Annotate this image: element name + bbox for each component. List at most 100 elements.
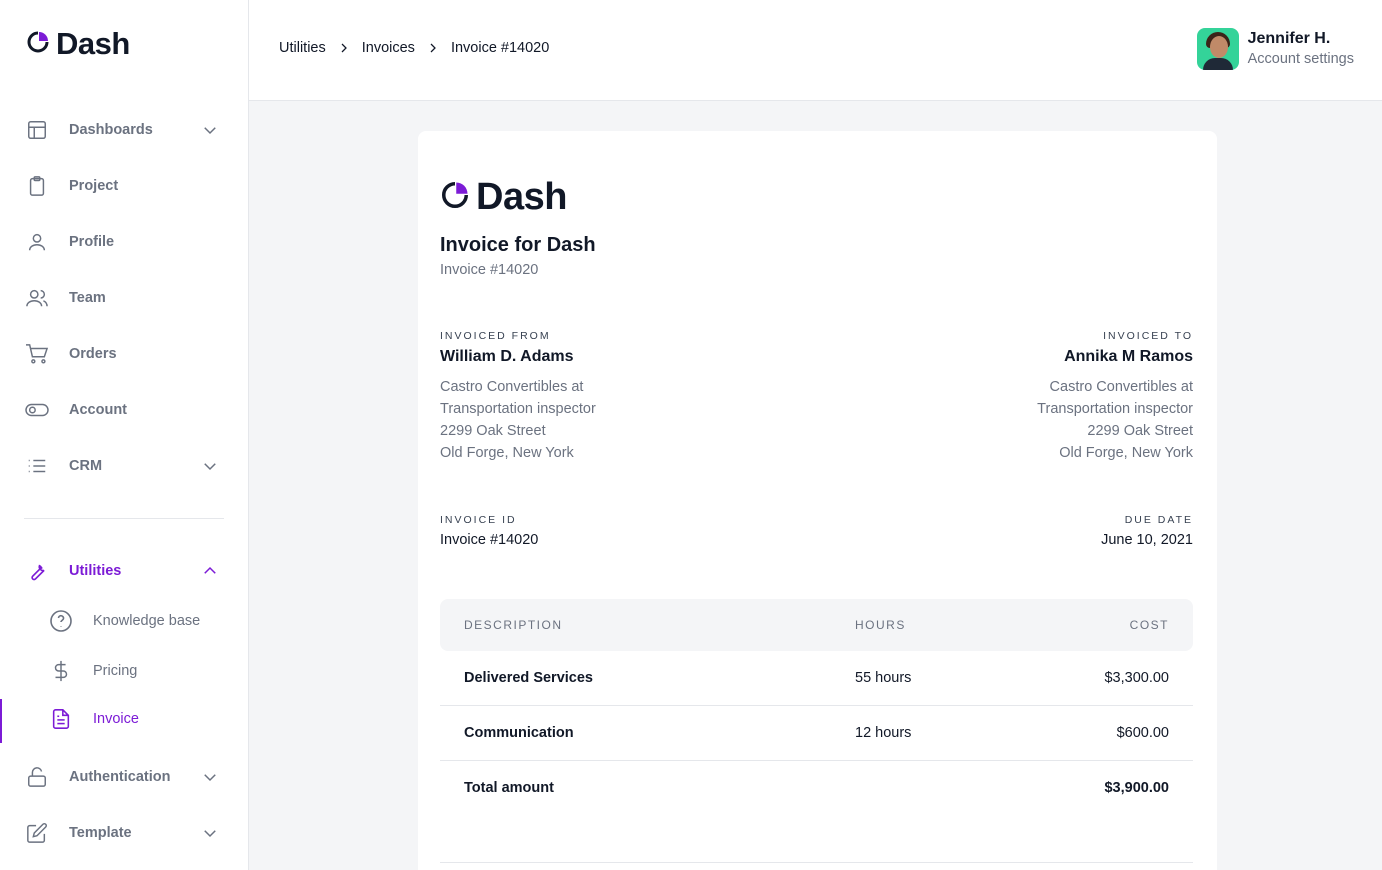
invoiced-from-address: Castro Convertibles at Transportation in… [440, 376, 596, 464]
sidebar-subitem-label: Knowledge base [93, 613, 201, 629]
sidebar-item-label: Dashboards [69, 122, 153, 138]
total-label: Total amount [464, 780, 554, 796]
breadcrumb-invoices[interactable]: Invoices [362, 40, 415, 56]
address-line: Transportation inspector [1037, 401, 1193, 417]
invoice-id-caption: INVOICE ID [440, 514, 517, 526]
address-line: Castro Convertibles at [440, 379, 584, 395]
users-icon [24, 285, 50, 311]
sidebar-item-orders[interactable]: Orders [0, 334, 249, 374]
sidebar-item-utilities[interactable]: Utilities [0, 551, 249, 591]
sidebar-item-label: Authentication [69, 769, 171, 785]
sidebar-subitem-invoice[interactable]: Invoice [0, 699, 249, 743]
column-header-hours: HOURS [855, 618, 906, 632]
breadcrumb-utilities[interactable]: Utilities [279, 40, 326, 56]
invoiced-from-name: William D. Adams [440, 348, 574, 365]
sidebar-item-project[interactable]: Project [0, 166, 249, 206]
row-description: Communication [464, 725, 574, 741]
help-circle-icon [48, 608, 74, 634]
user-menu[interactable]: Jennifer H. Account settings [1196, 28, 1354, 70]
address-line: Castro Convertibles at [1049, 379, 1193, 395]
edit-icon [24, 820, 50, 846]
table-row: Communication 12 hours $600.00 [440, 706, 1193, 761]
invoiced-to: INVOICED TO Annika M Ramos Castro Conver… [1037, 330, 1193, 464]
invoice-logo: Dash [440, 176, 567, 219]
invoiced-to-address: Castro Convertibles at Transportation in… [1037, 376, 1193, 464]
address-line: Old Forge, New York [1059, 445, 1193, 461]
total-value: $3,900.00 [1104, 780, 1169, 796]
chevron-down-icon[interactable] [200, 120, 220, 140]
due-date-value: June 10, 2021 [1101, 532, 1193, 548]
sidebar-item-label: Orders [69, 346, 117, 362]
lock-icon [24, 764, 50, 790]
column-header-cost: COST [1129, 618, 1169, 632]
total-row: Total amount $3,900.00 [440, 761, 1193, 816]
invoiced-to-name: Annika M Ramos [1064, 348, 1193, 365]
chevron-right-icon [338, 42, 350, 54]
sidebar-item-authentication[interactable]: Authentication [0, 757, 249, 797]
chevron-down-icon[interactable] [200, 767, 220, 787]
row-cost: $600.00 [1116, 725, 1169, 741]
dash-logo-icon [440, 180, 470, 215]
user-name: Jennifer H. [1247, 30, 1331, 47]
due-date-block: DUE DATE June 10, 2021 [1101, 514, 1193, 548]
sidebar-item-label: Account [69, 402, 127, 418]
sidebar-item-dashboards[interactable]: Dashboards [0, 110, 249, 150]
invoiced-to-caption: INVOICED TO [1103, 330, 1193, 342]
card-divider [440, 862, 1193, 863]
toggle-icon [24, 397, 50, 423]
sidebar-subitem-label: Pricing [93, 663, 138, 679]
invoice-card: Dash Invoice for Dash Invoice #14020 INV… [418, 131, 1217, 870]
file-text-icon [48, 706, 74, 732]
sidebar-subitem-label: Invoice [93, 711, 139, 727]
invoice-table: DESCRIPTION HOURS COST Delivered Service… [440, 599, 1193, 816]
chevron-down-icon[interactable] [200, 456, 220, 476]
table-row: Delivered Services 55 hours $3,300.00 [440, 651, 1193, 706]
sidebar-item-profile[interactable]: Profile [0, 222, 249, 262]
sidebar-subitem-knowledge-base[interactable]: Knowledge base [0, 601, 249, 641]
due-date-caption: DUE DATE [1124, 514, 1193, 526]
active-indicator [0, 699, 2, 743]
invoice-id-block: INVOICE ID Invoice #14020 [440, 514, 538, 548]
invoice-logo-text: Dash [476, 176, 567, 218]
row-hours: 55 hours [855, 670, 912, 686]
sidebar-item-label: Team [69, 290, 106, 306]
chevron-up-icon[interactable] [200, 561, 220, 581]
row-cost: $3,300.00 [1104, 670, 1169, 686]
sidebar-item-crm[interactable]: CRM [0, 446, 249, 486]
chevron-down-icon[interactable] [200, 823, 220, 843]
avatar [1196, 28, 1239, 70]
sidebar-divider [24, 518, 224, 519]
table-header: DESCRIPTION HOURS COST [440, 599, 1193, 651]
sidebar-item-label: CRM [69, 458, 103, 474]
dash-logo-icon [26, 30, 50, 59]
row-description: Delivered Services [464, 670, 593, 686]
dollar-icon [48, 658, 74, 684]
sidebar-item-account[interactable]: Account [0, 390, 249, 430]
address-line: Transportation inspector [440, 401, 596, 417]
sidebar-logo[interactable]: Dash [26, 26, 130, 62]
user-icon [24, 229, 50, 255]
sidebar-item-label: Project [69, 178, 119, 194]
sidebar-item-label: Template [69, 825, 132, 841]
breadcrumb-current: Invoice #14020 [450, 40, 550, 56]
wrench-icon [24, 558, 50, 584]
address-line: 2299 Oak Street [440, 423, 546, 439]
sidebar-subitem-pricing[interactable]: Pricing [0, 651, 249, 691]
address-line: Old Forge, New York [440, 445, 574, 461]
cart-icon [24, 341, 50, 367]
sidebar-item-label: Profile [69, 234, 115, 250]
sidebar-item-label: Utilities [69, 563, 122, 579]
breadcrumb: Utilities Invoices Invoice #14020 [279, 40, 549, 56]
row-hours: 12 hours [855, 725, 912, 741]
sidebar-item-template[interactable]: Template [0, 813, 249, 853]
invoice-title: Invoice for Dash [440, 234, 596, 256]
top-header: Utilities Invoices Invoice #14020 Jennif… [249, 0, 1382, 101]
sidebar-item-team[interactable]: Team [0, 278, 249, 318]
chevron-right-icon [427, 42, 439, 54]
account-settings-link[interactable]: Account settings [1248, 49, 1354, 69]
sidebar: Dash Dashboards Project Profile Team Ord… [0, 0, 249, 870]
clipboard-icon [24, 173, 50, 199]
list-icon [24, 453, 50, 479]
invoiced-from-caption: INVOICED FROM [440, 330, 551, 342]
invoiced-from: INVOICED FROM William D. Adams Castro Co… [440, 330, 596, 464]
